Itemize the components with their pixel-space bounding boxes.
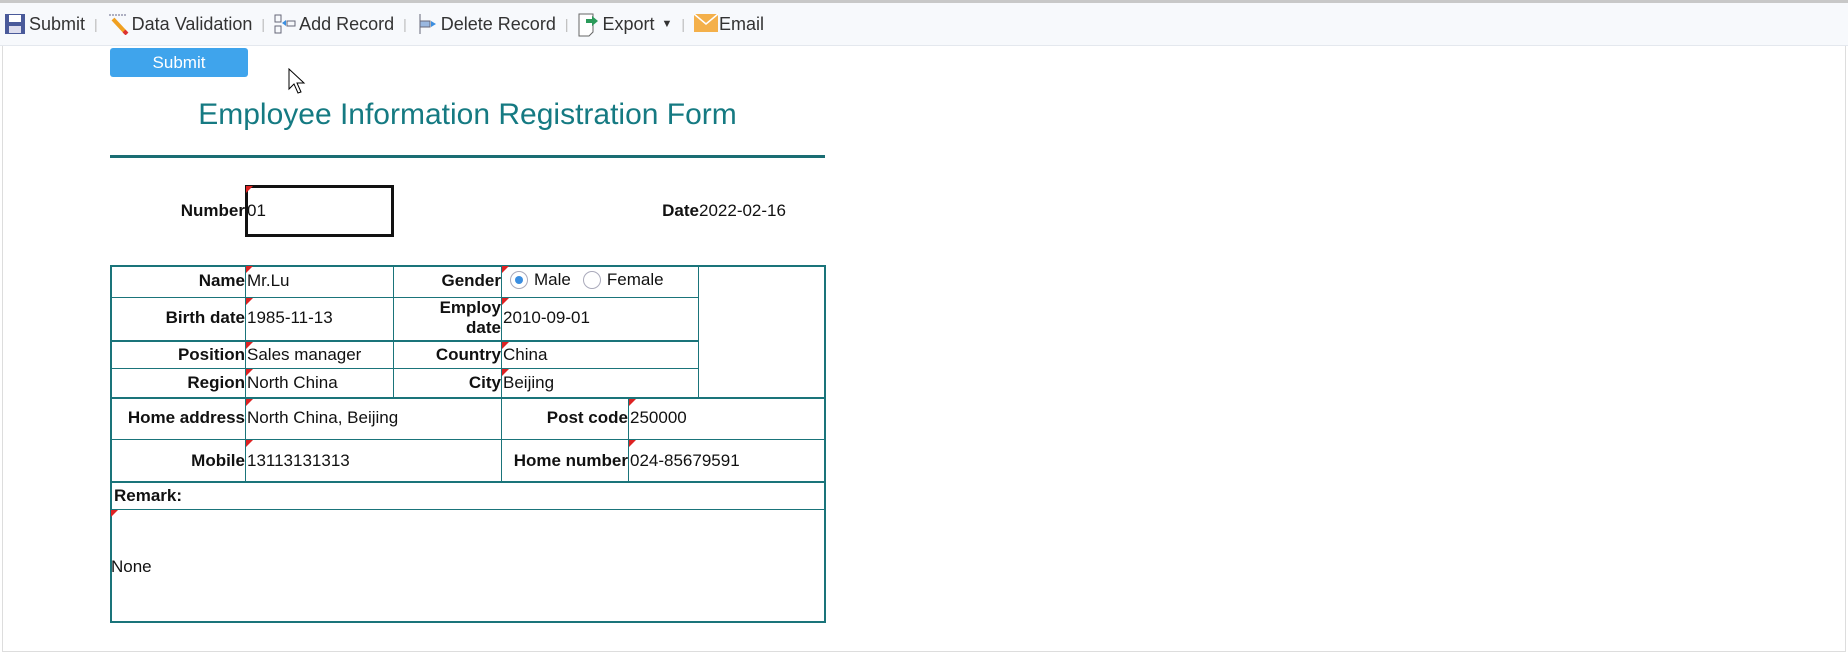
number-label: Number xyxy=(180,201,245,220)
home-address-label: Home address xyxy=(127,408,245,427)
toolbar-export[interactable]: Export ▼ xyxy=(577,13,673,37)
name-field[interactable]: Mr.Lu xyxy=(247,271,290,291)
delete-record-icon xyxy=(416,13,438,35)
gender-label: Gender xyxy=(441,271,501,290)
submit-button[interactable]: Submit xyxy=(110,48,248,77)
toolbar-add-label: Add Record xyxy=(299,13,395,34)
editable-marker xyxy=(246,399,253,406)
email-icon xyxy=(693,13,719,35)
date-value[interactable]: 2022-02-16 xyxy=(699,201,786,221)
title-divider xyxy=(110,155,825,158)
editable-marker xyxy=(629,399,636,406)
home-address-field[interactable]: North China, Beijing xyxy=(247,408,398,428)
toolbar-delete-record[interactable]: Delete Record xyxy=(416,13,556,35)
toolbar-add-record[interactable]: Add Record xyxy=(274,13,394,35)
add-record-icon xyxy=(274,13,296,35)
editable-marker xyxy=(246,298,253,305)
home-number-field[interactable]: 024-85679591 xyxy=(630,451,740,471)
post-code-label: Post code xyxy=(546,408,628,427)
editable-marker xyxy=(246,186,253,193)
separator: | xyxy=(403,16,407,32)
number-value[interactable]: 01 xyxy=(247,201,266,221)
remark-field[interactable]: None xyxy=(111,557,152,577)
save-icon xyxy=(4,13,26,35)
separator: | xyxy=(681,16,686,32)
country-field[interactable]: China xyxy=(503,345,547,365)
employ-date-field[interactable]: 2010-09-01 xyxy=(503,308,590,328)
pencil-icon xyxy=(107,13,129,36)
gender-radio-group: Male Female xyxy=(510,270,664,290)
toolbar: Submit | Data Validation | Add Record | … xyxy=(0,3,1848,46)
number-input[interactable] xyxy=(245,185,394,237)
mouse-cursor-icon xyxy=(288,68,306,94)
editable-marker xyxy=(502,266,509,273)
gender-radio-female[interactable] xyxy=(582,271,601,289)
toolbar-validation-label: Data Validation xyxy=(131,13,253,34)
remark-label: Remark: xyxy=(114,486,183,505)
separator: | xyxy=(564,16,569,32)
toolbar-email[interactable]: Email xyxy=(693,13,765,35)
separator: | xyxy=(261,16,266,32)
editable-marker xyxy=(629,440,636,447)
home-number-label: Home number xyxy=(513,451,628,470)
mobile-field[interactable]: 13113131313 xyxy=(247,451,350,471)
post-code-field[interactable]: 250000 xyxy=(630,408,687,428)
city-field[interactable]: Beijing xyxy=(503,373,554,393)
position-label: Position xyxy=(177,345,245,364)
caret-down-icon: ▼ xyxy=(661,18,673,30)
employ-date-label-2: date xyxy=(466,318,501,337)
toolbar-email-label: Email xyxy=(719,13,765,34)
gender-female-label[interactable]: Female xyxy=(607,270,664,290)
editable-marker xyxy=(502,298,509,305)
editable-marker xyxy=(246,440,253,447)
toolbar-export-label: Export xyxy=(602,13,655,34)
form-title: Employee Information Registration Form xyxy=(198,98,737,131)
cell xyxy=(110,481,826,510)
gender-radio-male[interactable] xyxy=(510,271,528,289)
name-label: Name xyxy=(198,271,245,290)
region-field[interactable]: North China xyxy=(247,373,338,393)
export-icon xyxy=(577,13,599,37)
birth-date-label: Birth date xyxy=(165,308,245,327)
gender-male-label[interactable]: Male xyxy=(534,270,571,290)
toolbar-submit-label: Submit xyxy=(29,13,86,34)
editable-marker xyxy=(111,510,118,517)
city-label: City xyxy=(468,373,501,392)
toolbar-submit[interactable]: Submit xyxy=(4,13,85,35)
toolbar-delete-label: Delete Record xyxy=(440,13,556,34)
date-label: Date xyxy=(662,201,699,220)
employ-date-label-1: Employ xyxy=(439,298,501,317)
photo-cell xyxy=(698,265,826,398)
toolbar-data-validation[interactable]: Data Validation xyxy=(107,13,253,36)
mobile-label: Mobile xyxy=(191,451,245,470)
region-label: Region xyxy=(187,373,245,392)
country-label: Country xyxy=(435,345,501,364)
position-field[interactable]: Sales manager xyxy=(247,345,361,365)
separator: | xyxy=(94,16,98,32)
birth-date-field[interactable]: 1985-11-13 xyxy=(247,308,333,328)
